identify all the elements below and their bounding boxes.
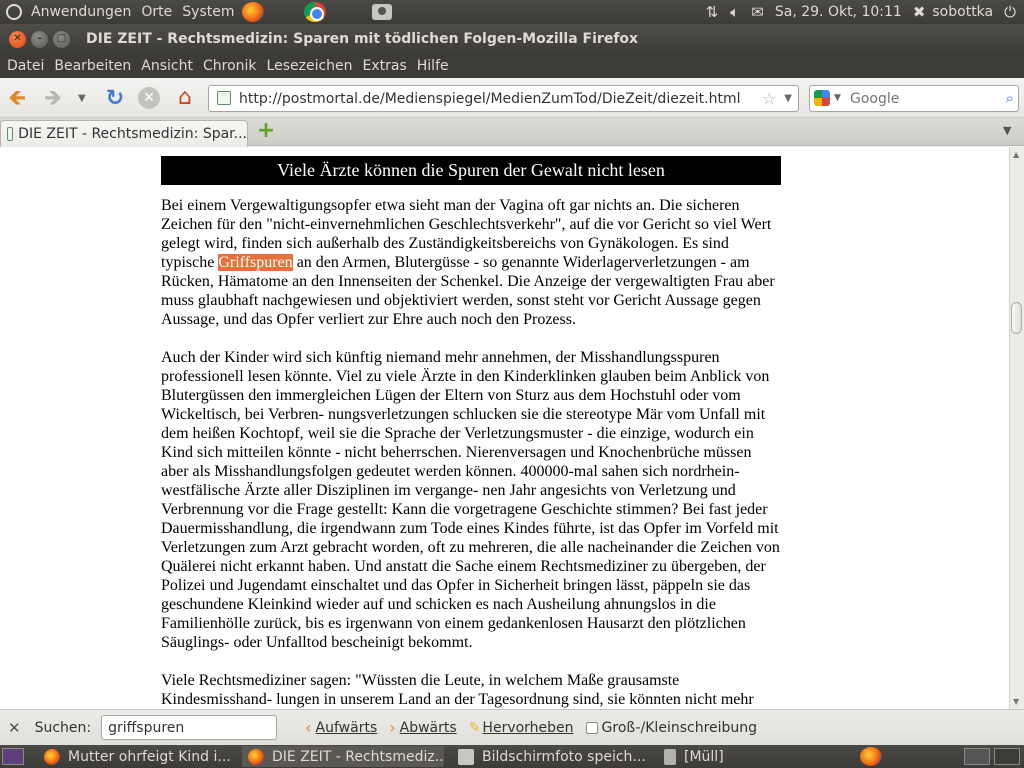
scroll-down-arrow-icon[interactable]: ▼ xyxy=(1013,697,1019,706)
menu-datei[interactable]: Datei xyxy=(2,58,49,74)
mail-icon[interactable]: ✉︎ xyxy=(745,3,770,21)
search-input[interactable] xyxy=(850,89,1000,109)
workspace-switcher-2[interactable] xyxy=(994,748,1020,765)
close-window-icon[interactable]: ✕ xyxy=(9,30,26,48)
tab-label: DIE ZEIT - Rechtsmedizin: Spar... xyxy=(18,126,247,142)
find-next-icon: › xyxy=(389,718,396,737)
highlight-all-button[interactable]: Hervorheben xyxy=(482,720,573,736)
top-panel: Anwendungen Orte System ⇅ 🔈︎ ✉︎ Sa, 29. … xyxy=(0,0,1024,24)
page-content[interactable]: Viele Ärzte können die Spuren der Gewalt… xyxy=(0,147,1009,709)
power-icon[interactable]: ⏻ xyxy=(998,3,1024,21)
screenshot-icon xyxy=(458,748,474,765)
menu-lesezeichen[interactable]: Lesezeichen xyxy=(262,58,358,74)
url-bar[interactable]: http://postmortal.de/Medienspiegel/Medie… xyxy=(208,85,799,112)
scrollbar-thumb[interactable] xyxy=(1011,302,1022,334)
tab-favicon-icon xyxy=(7,127,14,141)
ubuntu-logo-icon xyxy=(6,4,22,20)
taskbar-label: Bildschirmfoto speich... xyxy=(482,748,646,765)
window-titlebar[interactable]: ✕ – □ DIE ZEIT - Rechtsmedizin: Sparen m… xyxy=(0,24,1024,54)
screenshot-launcher-icon[interactable] xyxy=(371,4,392,20)
find-previous-icon: ‹ xyxy=(305,718,312,737)
menu-extras[interactable]: Extras xyxy=(358,58,412,74)
forward-arrow-icon[interactable]: 🡺 xyxy=(40,86,66,112)
taskbar-label: DIE ZEIT - Rechtsmediz... xyxy=(272,748,444,765)
clock[interactable]: Sa, 29. Okt, 10:11 xyxy=(770,0,907,24)
stop-icon[interactable]: ✕ xyxy=(138,87,160,109)
trash-icon xyxy=(664,748,676,765)
back-arrow-icon[interactable]: 🡸 xyxy=(4,86,30,112)
minimize-window-icon[interactable]: – xyxy=(31,30,48,48)
vertical-scrollbar[interactable] xyxy=(1009,147,1024,709)
firefox-workspace-icon[interactable] xyxy=(860,747,882,766)
article-paragraph-2: Auch der Kinder wird sich künftig nieman… xyxy=(161,349,780,651)
close-findbar-icon[interactable]: ✕ xyxy=(8,719,21,737)
maximize-window-icon[interactable]: □ xyxy=(53,30,70,48)
menu-ansicht[interactable]: Ansicht xyxy=(136,58,198,74)
tab-list-dropdown-icon[interactable]: ▼ xyxy=(1003,124,1011,137)
highlight-pen-icon: ✎ xyxy=(468,719,481,736)
network-icon[interactable]: ⇅ xyxy=(700,3,725,21)
article: Viele Ärzte können die Spuren der Gewalt… xyxy=(161,156,781,709)
match-case-label: Groß-/Kleinschreibung xyxy=(601,719,758,736)
google-engine-icon[interactable] xyxy=(814,90,830,106)
volume-icon[interactable]: 🔈︎ xyxy=(724,3,745,21)
taskbar-item-muell[interactable]: [Müll] xyxy=(658,746,848,767)
taskbar-item-mutter[interactable]: Mutter ohrfeigt Kind i... xyxy=(38,746,236,767)
scroll-up-arrow-icon[interactable]: ▲ xyxy=(1013,150,1019,159)
taskbar-label: [Müll] xyxy=(684,748,724,765)
applications-menu[interactable]: Anwendungen xyxy=(26,0,136,24)
find-next-button[interactable]: Abwärts xyxy=(400,720,457,736)
firefox-icon xyxy=(248,748,264,765)
search-bar[interactable]: ▼ ⌕ xyxy=(809,85,1019,112)
places-menu[interactable]: Orte xyxy=(136,0,177,24)
article-paragraph-1: Bei einem Vergewaltigungsopfer etwa sieh… xyxy=(161,196,781,329)
match-case-option[interactable]: Groß-/Kleinschreibung xyxy=(585,719,758,736)
find-input[interactable] xyxy=(101,715,278,740)
article-heading: Viele Ärzte können die Spuren der Gewalt… xyxy=(161,156,781,185)
window-title: DIE ZEIT - Rechtsmedizin: Sparen mit töd… xyxy=(86,31,639,47)
find-label: Suchen: xyxy=(34,719,92,736)
new-tab-plus-icon[interactable]: + xyxy=(256,120,276,142)
match-case-checkbox[interactable] xyxy=(585,721,598,734)
find-previous-button[interactable]: Aufwärts xyxy=(316,720,378,736)
user-name[interactable]: sobottka xyxy=(927,0,998,24)
system-menu[interactable]: System xyxy=(177,0,239,24)
search-magnifier-icon[interactable]: ⌕ xyxy=(1006,89,1014,107)
history-dropdown-icon[interactable]: ▼ xyxy=(78,93,86,104)
chrome-launcher-icon[interactable] xyxy=(303,2,326,22)
engine-dropdown-icon[interactable]: ▼ xyxy=(834,93,841,103)
home-icon[interactable]: ⌂ xyxy=(172,85,198,111)
bottom-panel: Mutter ohrfeigt Kind i... DIE ZEIT - Rec… xyxy=(0,745,1024,768)
menu-hilfe[interactable]: Hilfe xyxy=(412,58,454,74)
url-dropdown-icon[interactable]: ▼ xyxy=(784,93,792,104)
url-text[interactable]: http://postmortal.de/Medienspiegel/Medie… xyxy=(239,91,762,107)
workspace-switcher-1[interactable] xyxy=(964,748,990,765)
menubar: Datei Bearbeiten Ansicht Chronik Lesezei… xyxy=(0,54,1024,78)
tab-die-zeit[interactable]: DIE ZEIT - Rechtsmedizin: Spar... xyxy=(0,120,248,147)
taskbar-label: Mutter ohrfeigt Kind i... xyxy=(68,748,231,765)
article-paragraph-3: Viele Rechtsmediziner sagen: "Wüssten di… xyxy=(161,672,754,708)
taskbar-item-bildschirmfoto[interactable]: Bildschirmfoto speich... xyxy=(452,746,650,767)
bookmark-star-icon[interactable]: ☆ xyxy=(762,89,776,108)
show-desktop-icon[interactable] xyxy=(2,748,24,765)
find-bar: ✕ Suchen: ‹ Aufwärts › Abwärts ✎ Hervorh… xyxy=(0,709,1024,745)
site-identity-icon[interactable] xyxy=(217,91,231,105)
user-status-icon: ✖︎ xyxy=(912,3,926,21)
firefox-launcher-icon[interactable] xyxy=(241,2,264,22)
taskbar-item-die-zeit[interactable]: DIE ZEIT - Rechtsmediz... xyxy=(242,746,444,767)
menu-bearbeiten[interactable]: Bearbeiten xyxy=(49,58,136,74)
search-match-highlight: Griffspuren xyxy=(218,254,293,271)
reload-icon[interactable]: ↻ xyxy=(102,86,128,112)
firefox-icon xyxy=(44,748,60,765)
menu-chronik[interactable]: Chronik xyxy=(198,58,262,74)
